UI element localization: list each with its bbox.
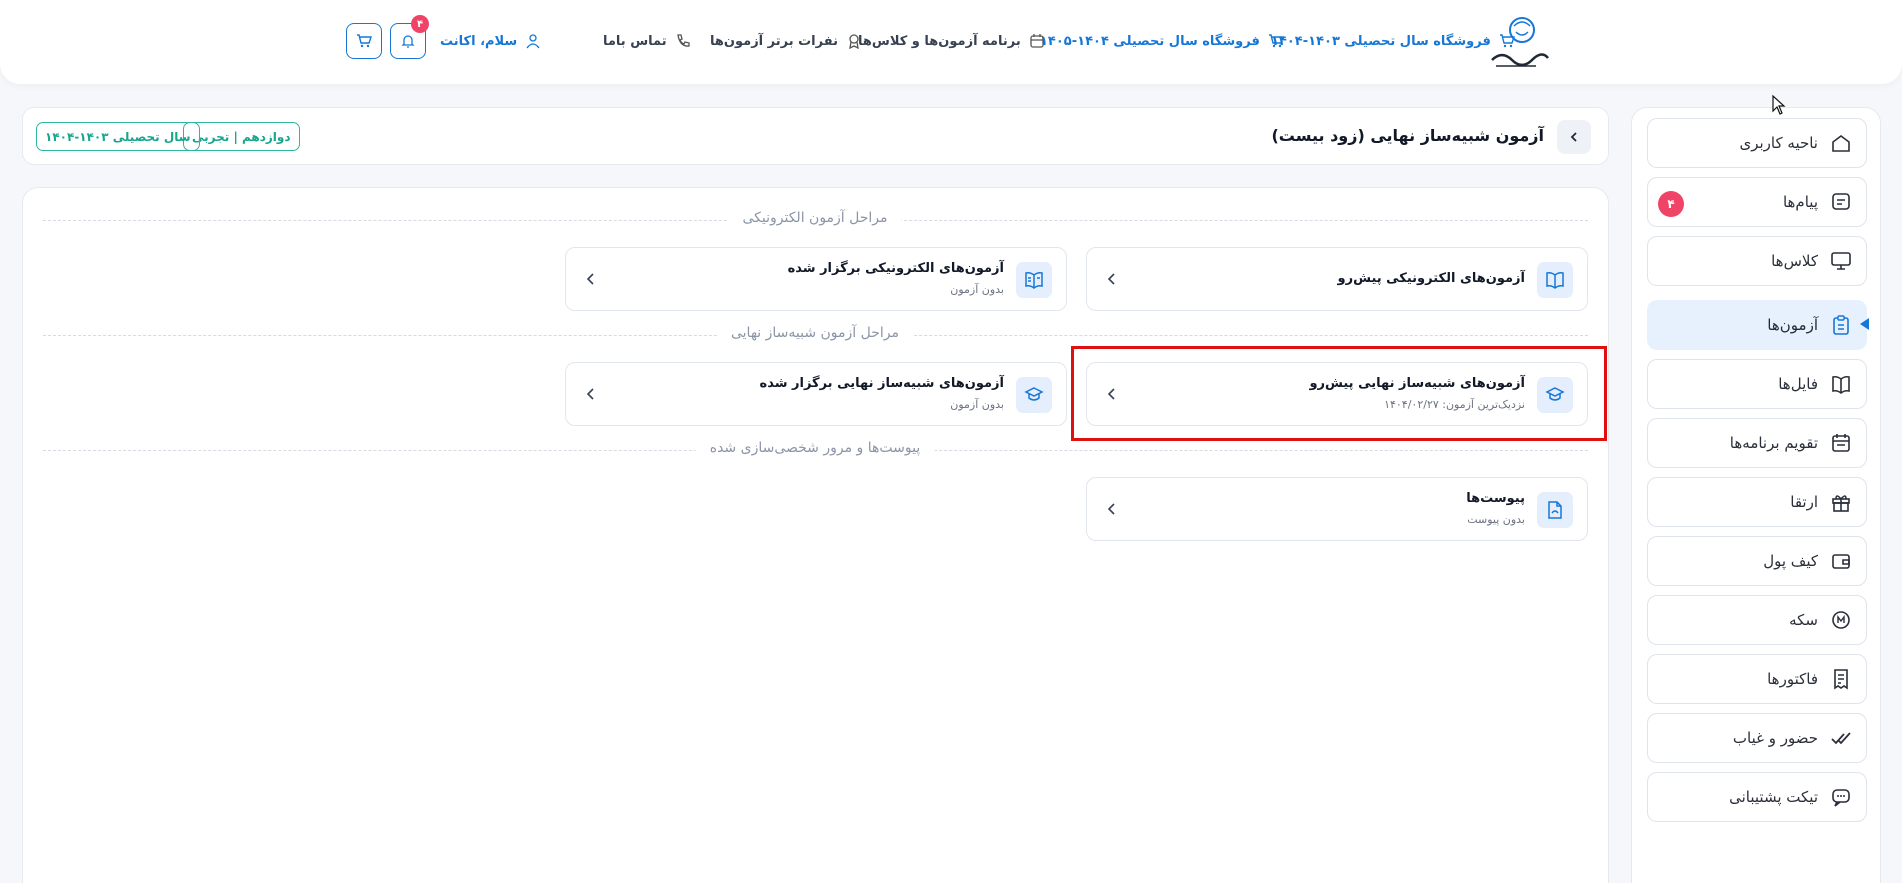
page-title: آزمون شبیه‌ساز نهایی (زود بیست) <box>1271 126 1544 145</box>
sidebar-item-exams[interactable]: آزمون‌ها <box>1647 300 1867 350</box>
user-icon <box>525 33 541 49</box>
message-icon <box>1830 191 1852 213</box>
chevron-left-icon <box>1568 131 1580 143</box>
sidebar-item-label: کلاس‌ها <box>1771 252 1818 270</box>
card-subtitle: بدون پیوست <box>1467 513 1525 526</box>
nav-shop-1403-label: فروشگاه سال تحصیلی ۱۴۰۳-۱۴۰۴ <box>1271 33 1491 49</box>
sidebar-item-label: سکه <box>1789 611 1818 629</box>
notification-badge: ۴ <box>411 15 429 33</box>
sidebar-item-label: تقویم برنامه‌ها <box>1729 434 1818 452</box>
attachment-icon <box>1537 492 1573 528</box>
invoice-icon <box>1830 668 1852 690</box>
sidebar-item-label: تیکت پشتیبانی <box>1729 788 1818 806</box>
sidebar-item-coins[interactable]: سکه <box>1647 595 1867 645</box>
chevron-left-icon <box>1105 502 1119 516</box>
card-electronic-upcoming[interactable]: آزمون‌های الکترونیکی پیش‌رو <box>1086 247 1588 311</box>
sidebar-item-label: فایل‌ها <box>1778 375 1818 393</box>
nav-schedule-label: برنامه آزمون‌ها و کلاس‌ها <box>858 33 1021 49</box>
sidebar: ناحیه کاربری پیام‌ها ۴ کلاس‌ها آزمون‌ها … <box>1631 107 1881 883</box>
double-check-icon <box>1830 727 1852 749</box>
clipboard-icon <box>1830 314 1852 336</box>
nav-shop-1404-label: فروشگاه سال تحصیلی ۱۴۰۴-۱۴۰۵ <box>1040 33 1260 49</box>
section-title-electronic: مراحل آزمون الکترونیکی <box>728 210 902 226</box>
sidebar-item-invoices[interactable]: فاکتورها <box>1647 654 1867 704</box>
card-title: آزمون‌های شبیه‌ساز نهایی برگزار شده <box>759 376 1004 391</box>
sidebar-item-label: فاکتورها <box>1767 670 1818 688</box>
home-icon <box>1830 132 1852 154</box>
nav-contact[interactable]: تماس باما <box>603 30 691 52</box>
page-title-bar: آزمون شبیه‌ساز نهایی (زود بیست) دوازدهم … <box>22 107 1609 165</box>
wallet-icon <box>1830 550 1852 572</box>
cart-icon <box>356 33 372 49</box>
sidebar-item-label: ارتقا <box>1790 493 1818 511</box>
card-title: پیوست‌ها <box>1466 491 1525 506</box>
book-icon <box>1830 373 1852 395</box>
graduation-cap-icon <box>1016 377 1052 413</box>
sidebar-item-classes[interactable]: کلاس‌ها <box>1647 236 1867 286</box>
open-book-icon <box>1537 262 1573 298</box>
main-panel: مراحل آزمون الکترونیکی آزمون‌های الکترون… <box>22 187 1609 883</box>
chevron-left-icon <box>584 272 598 286</box>
sidebar-item-label: ناحیه کاربری <box>1739 134 1818 152</box>
phone-icon <box>675 33 691 49</box>
medal-icon <box>846 33 862 49</box>
chevron-left-icon <box>1105 272 1119 286</box>
year-tag: سال تحصیلی ۱۴۰۳-۱۴۰۴ <box>36 122 200 151</box>
section-title-attachments: پیوست‌ها و مرور شخصی‌سازی شده <box>695 440 935 456</box>
nav-shop-1403[interactable]: فروشگاه سال تحصیلی ۱۴۰۳-۱۴۰۴ <box>1271 30 1515 52</box>
sidebar-item-upgrade[interactable]: ارتقا <box>1647 477 1867 527</box>
nav-top-students[interactable]: نفرات برتر آزمون‌ها <box>710 30 862 52</box>
user-menu[interactable]: سلام، اکانت <box>440 30 541 52</box>
bell-icon <box>400 33 416 49</box>
sidebar-item-label: حضور و غیاب <box>1732 729 1818 747</box>
top-header: فروشگاه سال تحصیلی ۱۴۰۳-۱۴۰۴ فروشگاه سال… <box>0 0 1902 84</box>
sidebar-item-calendar[interactable]: تقویم برنامه‌ها <box>1647 418 1867 468</box>
sidebar-item-dashboard[interactable]: ناحیه کاربری <box>1647 118 1867 168</box>
nav-top-students-label: نفرات برتر آزمون‌ها <box>710 33 838 49</box>
card-title: آزمون‌های الکترونیکی برگزار شده <box>787 261 1004 276</box>
card-attachments[interactable]: پیوست‌ها بدون پیوست <box>1086 477 1588 541</box>
coin-icon <box>1830 609 1852 631</box>
sidebar-item-wallet[interactable]: کیف پول <box>1647 536 1867 586</box>
book-check-icon <box>1016 262 1052 298</box>
cart-button[interactable] <box>346 23 382 59</box>
card-subtitle: بدون آزمون <box>950 283 1004 296</box>
sidebar-item-support[interactable]: تیکت پشتیبانی <box>1647 772 1867 822</box>
card-title: آزمون‌های الکترونیکی پیش‌رو <box>1337 271 1526 286</box>
nav-shop-1404[interactable]: فروشگاه سال تحصیلی ۱۴۰۴-۱۴۰۵ <box>1040 30 1284 52</box>
mouse-cursor-icon <box>1772 95 1786 115</box>
notifications-button[interactable]: ۴ <box>390 15 429 59</box>
sidebar-item-label: آزمون‌ها <box>1767 316 1818 334</box>
chevron-left-icon <box>584 387 598 401</box>
sidebar-item-label: کیف پول <box>1763 552 1818 570</box>
nav-schedule[interactable]: برنامه آزمون‌ها و کلاس‌ها <box>858 30 1045 52</box>
sidebar-item-files[interactable]: فایل‌ها <box>1647 359 1867 409</box>
sidebar-item-label: پیام‌ها <box>1782 193 1818 211</box>
card-subtitle: بدون آزمون <box>950 398 1004 411</box>
user-greeting: سلام، اکانت <box>440 33 518 49</box>
highlight-box <box>1071 346 1607 441</box>
calendar-icon <box>1830 432 1852 454</box>
section-title-simulator: مراحل آزمون شبیه‌ساز نهایی <box>716 325 914 341</box>
cart-icon <box>1268 33 1284 49</box>
messages-badge: ۴ <box>1658 191 1684 217</box>
card-simulator-held[interactable]: آزمون‌های شبیه‌ساز نهایی برگزار شده بدون… <box>565 362 1067 426</box>
calendar-icon <box>1029 33 1045 49</box>
grade-tag: دوازدهم | تجربی <box>183 122 300 151</box>
sidebar-item-messages[interactable]: پیام‌ها ۴ <box>1647 177 1867 227</box>
monitor-icon <box>1830 250 1852 272</box>
chat-icon <box>1830 786 1852 808</box>
gift-icon <box>1830 491 1852 513</box>
back-button[interactable] <box>1557 120 1591 154</box>
sidebar-item-attendance[interactable]: حضور و غیاب <box>1647 713 1867 763</box>
cart-icon <box>1499 33 1515 49</box>
nav-contact-label: تماس باما <box>603 33 667 49</box>
card-electronic-held[interactable]: آزمون‌های الکترونیکی برگزار شده بدون آزم… <box>565 247 1067 311</box>
active-indicator <box>1860 318 1869 330</box>
